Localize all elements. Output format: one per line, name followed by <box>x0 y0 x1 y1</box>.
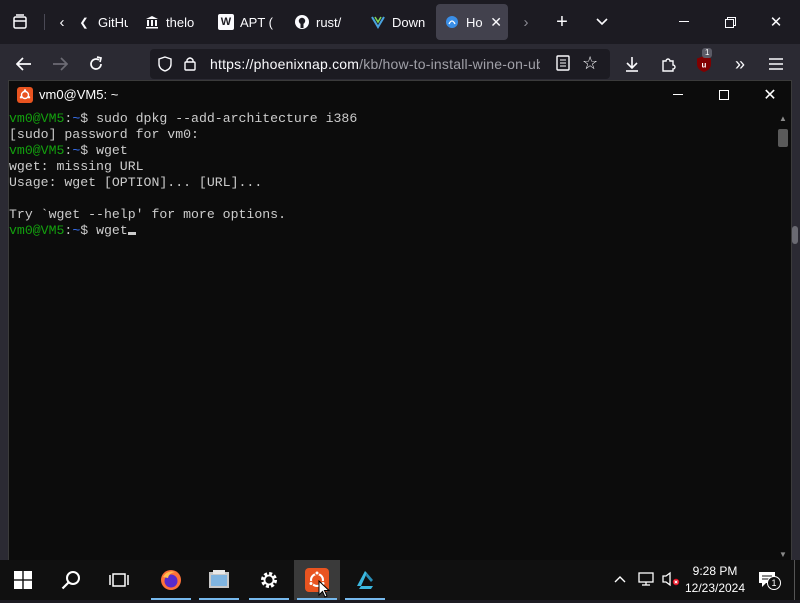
start-icon[interactable] <box>0 560 46 600</box>
prompt-user: vm0@VM5 <box>9 143 65 158</box>
command-input[interactable]: wget <box>96 223 128 238</box>
tabs-scroll-right-icon[interactable]: › <box>514 10 538 34</box>
system-clock[interactable]: 9:28 PM 12/23/2024 <box>680 563 750 597</box>
terminal-line: [sudo] password for vm0: <box>9 127 199 142</box>
address-bar[interactable]: https://phoenixnap.com/kb/how-to-install… <box>150 49 610 79</box>
terminal-line: wget: missing URL <box>9 159 144 174</box>
back-arrow-icon[interactable] <box>12 52 36 76</box>
reader-view-icon[interactable] <box>556 55 570 76</box>
hamburger-menu-icon[interactable] <box>764 52 788 76</box>
terminal-maximize-icon[interactable] <box>709 85 739 105</box>
text-cursor <box>127 232 136 235</box>
file-explorer-icon[interactable] <box>196 560 242 600</box>
clock-date: 12/23/2024 <box>684 581 746 595</box>
prompt-path: ~ <box>72 223 81 238</box>
tracking-protection-shield-icon[interactable] <box>158 56 172 77</box>
page-scrollbar-thumb[interactable] <box>792 226 798 244</box>
overflow-chevrons-icon[interactable]: » <box>728 52 752 76</box>
show-desktop-button[interactable] <box>794 560 800 600</box>
tab-overview-icon[interactable] <box>8 10 32 34</box>
minimize-icon[interactable] <box>672 10 696 34</box>
clock-time: 9:28 PM <box>692 564 738 578</box>
app-icon[interactable] <box>342 560 388 600</box>
tab-label: Ho <box>466 14 483 30</box>
search-icon[interactable] <box>48 560 94 600</box>
phoenixnap-icon <box>444 14 460 30</box>
library-icon <box>144 14 160 30</box>
tab-download[interactable]: Down <box>362 4 426 40</box>
command-text: sudo dpkg --add-architecture i386 <box>96 111 358 126</box>
scrollbar-thumb[interactable] <box>778 129 788 147</box>
notification-count-badge: 1 <box>767 576 781 590</box>
ubuntu-terminal-task[interactable] <box>294 560 340 600</box>
prompt-user: vm0@VM5 <box>9 223 65 238</box>
github-icon <box>294 14 310 30</box>
terminal-minimize-icon[interactable] <box>663 85 693 105</box>
prompt-user: vm0@VM5 <box>9 111 65 126</box>
list-tabs-chevron-down-icon[interactable] <box>590 10 614 34</box>
tab-label: thelo <box>166 14 195 30</box>
ublock-origin-icon[interactable]: u 1 <box>692 48 716 76</box>
url-path: /kb/how-to-install-wine-on-ub <box>359 56 540 72</box>
terminal-title-bar[interactable]: vm0@VM5: ~ ✕ <box>9 81 791 109</box>
url-text[interactable]: https://phoenixnap.com/kb/how-to-install… <box>210 56 540 72</box>
terminal-line: Usage: wget [OPTION]... [URL]... <box>9 175 263 190</box>
scroll-up-arrow-icon[interactable]: ▲ <box>775 111 791 125</box>
scroll-down-arrow-icon[interactable]: ▼ <box>775 547 791 561</box>
terminal-output[interactable]: vm0@VM5:~$ sudo dpkg --add-architecture … <box>9 111 775 561</box>
prompt-path: ~ <box>72 143 81 158</box>
tab-bar: ‹ ❮ GitHu thelo W APT ( rust/ Down Ho ✕ … <box>0 0 800 44</box>
taskbar: 9:28 PM 12/23/2024 1 <box>0 560 800 600</box>
terminal-close-icon[interactable]: ✕ <box>755 85 785 105</box>
command-text: wget <box>96 143 128 158</box>
tab-label: GitHu <box>98 14 128 30</box>
bookmark-star-icon[interactable]: ☆ <box>582 53 598 74</box>
terminal-window[interactable]: vm0@VM5: ~ ✕ vm0@VM5:~$ sudo dpkg --add-… <box>8 80 792 562</box>
terminal-line: vm0@VM5:~$ wget <box>9 223 775 239</box>
restore-icon[interactable] <box>718 10 742 34</box>
terminal-line: vm0@VM5:~$ sudo dpkg --add-architecture … <box>9 111 358 126</box>
close-tab-icon[interactable]: ✕ <box>490 14 502 31</box>
tab-phoenixnap-active[interactable]: Ho ✕ <box>436 4 508 40</box>
wikipedia-icon: W <box>218 14 234 30</box>
terminal-title: vm0@VM5: ~ <box>39 87 119 102</box>
volume-muted-icon[interactable] <box>662 571 680 590</box>
terminal-scrollbar[interactable]: ▲ ▼ <box>775 111 791 561</box>
tab-label: APT ( <box>240 14 273 30</box>
extensions-puzzle-icon[interactable] <box>656 52 680 76</box>
svg-text:u: u <box>702 61 707 70</box>
terminal-line: Try `wget --help' for more options. <box>9 207 286 222</box>
network-icon[interactable] <box>638 571 656 590</box>
ubuntu-icon <box>17 87 33 103</box>
task-view-icon[interactable] <box>96 560 142 600</box>
navigation-toolbar: https://phoenixnap.com/kb/how-to-install… <box>0 44 800 84</box>
tab-apt[interactable]: W APT ( <box>210 4 274 40</box>
show-hidden-icons-chevron-up-icon[interactable] <box>614 570 626 586</box>
terminal-line: vm0@VM5:~$ wget <box>9 143 128 158</box>
download-site-icon <box>370 14 386 30</box>
tab-rust[interactable]: rust/ <box>286 4 348 40</box>
url-host: https://phoenixnap.com <box>210 56 360 72</box>
close-window-icon[interactable]: ✕ <box>764 10 788 34</box>
lock-icon[interactable] <box>184 56 196 76</box>
tab-thelo[interactable]: thelo <box>136 4 196 40</box>
github-back-icon: ❮ <box>79 16 89 29</box>
new-tab-icon[interactable]: + <box>550 10 574 34</box>
prompt-path: ~ <box>72 111 81 126</box>
forward-arrow-icon[interactable] <box>48 52 72 76</box>
extension-badge: 1 <box>702 48 713 58</box>
tab-github[interactable]: ❮ GitHu <box>68 4 128 40</box>
tab-label: rust/ <box>316 14 342 30</box>
action-center-icon[interactable]: 1 <box>758 570 781 593</box>
tab-label: Down <box>392 14 426 30</box>
downloads-icon[interactable] <box>620 52 644 76</box>
firefox-icon[interactable] <box>148 560 194 600</box>
settings-icon[interactable] <box>246 560 292 600</box>
reload-icon[interactable] <box>84 52 108 76</box>
